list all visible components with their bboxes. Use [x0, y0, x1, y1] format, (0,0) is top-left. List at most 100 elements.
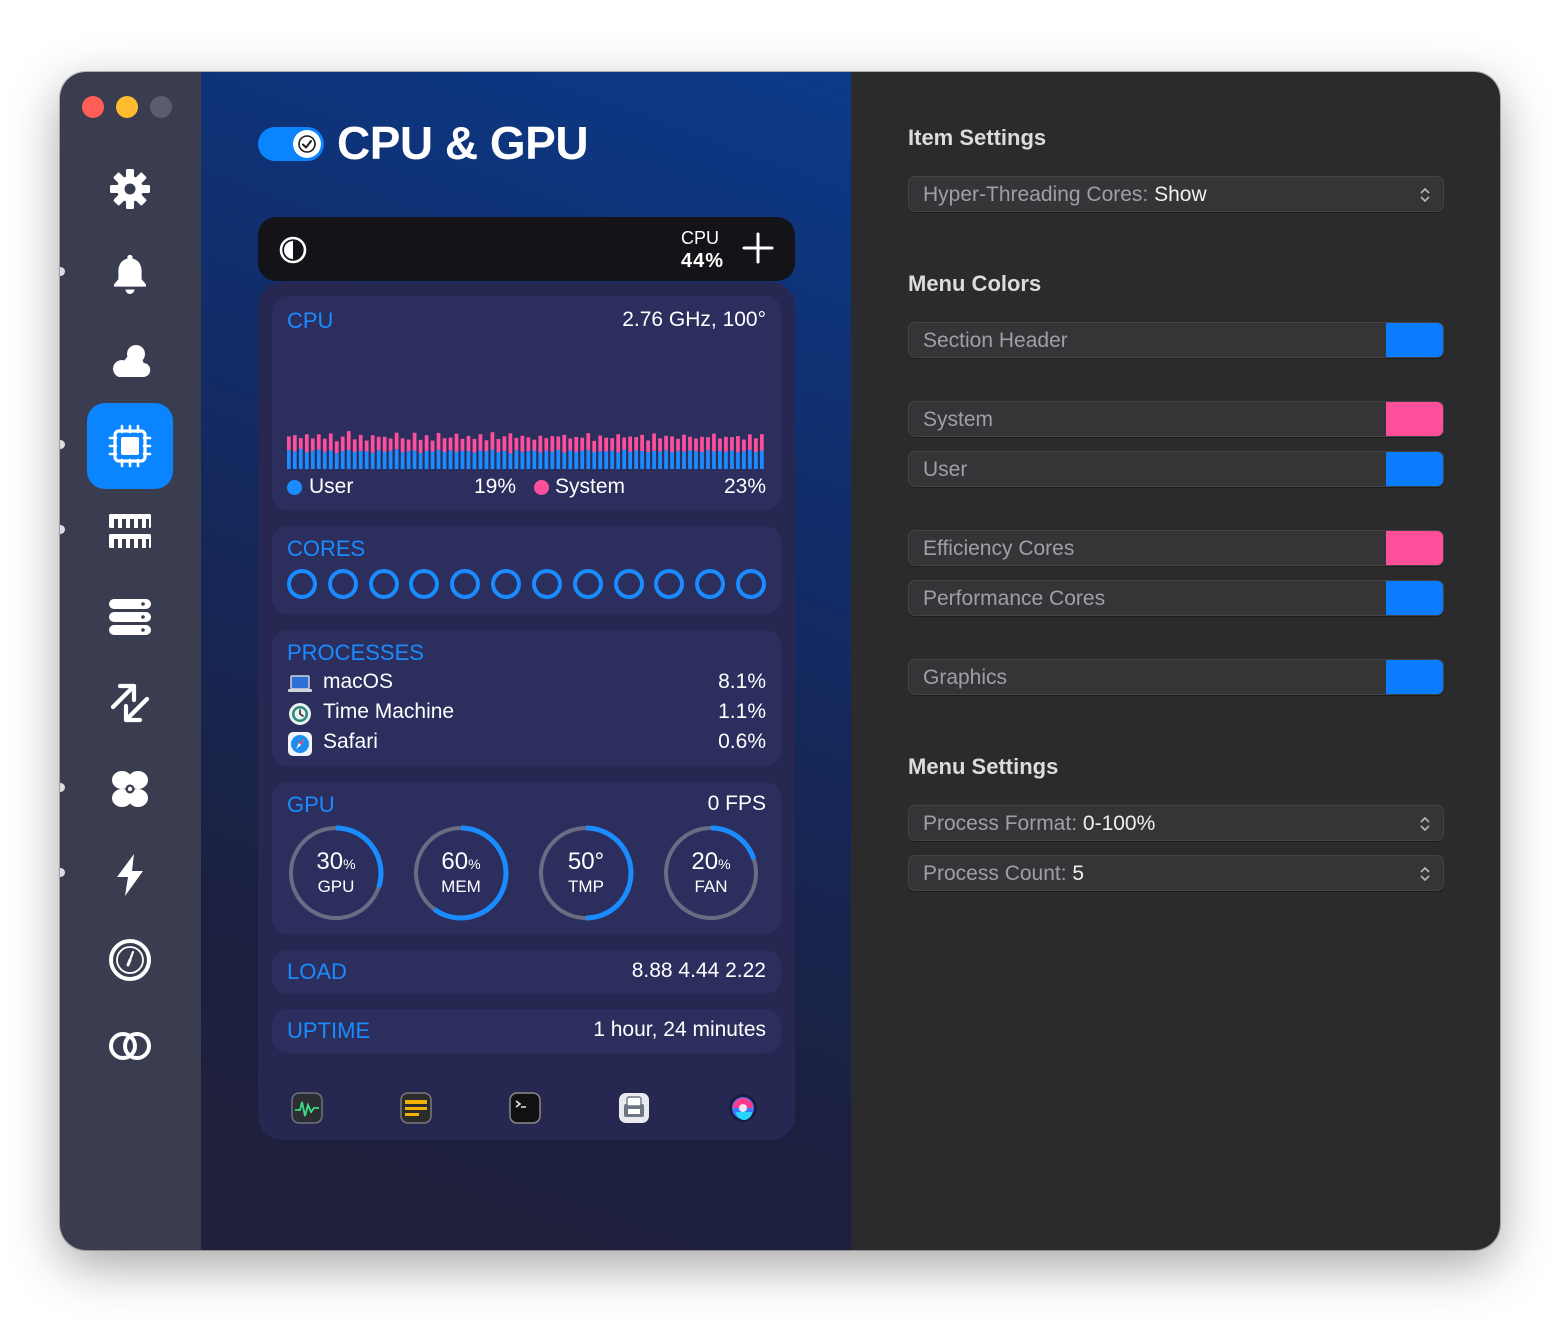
color-swatch[interactable] [1386, 581, 1443, 615]
system-information-icon[interactable] [618, 1092, 650, 1124]
color-swatch[interactable] [1386, 660, 1443, 694]
user-bar [352, 452, 357, 469]
add-icon[interactable] [741, 231, 775, 265]
module-enable-toggle[interactable] [258, 127, 324, 161]
user-bar [658, 451, 662, 469]
user-bar [478, 450, 483, 469]
fan-icon [112, 771, 148, 807]
system-bar [394, 432, 399, 450]
gauge-label: GPU [317, 877, 355, 896]
user-bar [634, 450, 638, 469]
system-bar [562, 434, 567, 453]
user-bar [364, 451, 369, 469]
chevron-updown-icon [1420, 816, 1430, 832]
user-percent: 19% [474, 475, 517, 498]
system-bar [700, 436, 704, 453]
efficiency-cores-color-well[interactable]: Efficiency Cores [908, 530, 1444, 566]
console-icon[interactable] [400, 1092, 432, 1124]
user-bar [502, 450, 507, 469]
color-swatch[interactable] [1386, 531, 1443, 565]
hyper-threading-select[interactable]: Hyper-Threading Cores: Show [908, 176, 1444, 212]
system-bar [502, 436, 507, 451]
color-swatch[interactable] [1386, 452, 1443, 486]
terminal-icon[interactable] [509, 1092, 541, 1124]
process-row[interactable]: Safari 0.6% [287, 730, 766, 758]
section-header-color-well[interactable]: Section Header [908, 322, 1444, 358]
sidebar-notch [60, 267, 65, 276]
user-bar [580, 450, 585, 469]
sidebar-item-weather[interactable] [87, 317, 173, 403]
process-count-select[interactable]: Process Count: 5 [908, 855, 1444, 891]
color-label: User [923, 458, 968, 481]
sidebar-item-cpu-gpu[interactable] [87, 403, 173, 489]
user-bar [562, 452, 567, 469]
system-color-well[interactable]: System [908, 401, 1444, 437]
process-name: Safari [323, 730, 378, 753]
system-bar [496, 438, 501, 453]
performance-cores-color-well[interactable]: Performance Cores [908, 580, 1444, 616]
color-swatch[interactable] [1386, 402, 1443, 436]
sidebar-item-network[interactable] [87, 660, 173, 746]
system-bar [310, 438, 315, 451]
sidebar-item-memory[interactable] [87, 488, 173, 574]
sidebar-item-sensors[interactable] [87, 746, 173, 832]
dropdown-panel: CPU 2.76 GHz, 100° User 19% System 23% C… [258, 282, 795, 1140]
user-bar [676, 450, 680, 469]
safari-icon [288, 732, 312, 756]
user-bar [724, 451, 728, 469]
graphics-color-well[interactable]: Graphics [908, 659, 1444, 695]
activity-monitor-icon[interactable] [291, 1092, 323, 1124]
user-bar [430, 451, 435, 469]
system-bar [418, 439, 423, 453]
system-bar [466, 435, 471, 452]
zoom-window-button[interactable] [150, 96, 172, 118]
user-bar [688, 450, 692, 469]
menu-colors-title: Menu Colors [908, 271, 1042, 296]
section-header: GPU [287, 792, 335, 817]
gear-icon [110, 169, 150, 209]
sidebar-item-time[interactable] [87, 917, 173, 1003]
core-ring [287, 569, 317, 599]
system-bar [334, 441, 339, 454]
sidebar-item-battery[interactable] [87, 832, 173, 918]
system-bar [298, 438, 303, 449]
user-bar [514, 450, 519, 469]
sidebar-item-disks[interactable] [87, 574, 173, 660]
user-color-well[interactable]: User [908, 451, 1444, 487]
gauge-number: 60 [441, 848, 469, 875]
system-bar [412, 432, 417, 451]
user-legend-dot [287, 480, 302, 495]
user-bar [418, 452, 423, 469]
system-bar [520, 435, 525, 452]
user-bar [316, 449, 321, 469]
color-swatch[interactable] [1386, 323, 1443, 357]
user-bar [298, 448, 303, 469]
user-bar [526, 451, 531, 469]
sidebar-item-notifications[interactable] [87, 231, 173, 317]
core-ring [327, 569, 358, 599]
process-row[interactable]: Time Machine 1.1% [287, 700, 766, 728]
sidebar-item-general[interactable] [87, 146, 173, 232]
core-ring [368, 569, 399, 599]
section-header: PROCESSES [287, 640, 424, 665]
minimize-window-button[interactable] [116, 96, 138, 118]
gpu-gauge: 60% MEM [412, 824, 510, 922]
core-ring [409, 569, 440, 599]
gpu-gauge: 20% FAN [662, 824, 760, 922]
siri-icon[interactable] [727, 1092, 759, 1124]
system-bar [748, 434, 752, 450]
process-row[interactable]: macOS 8.1% [287, 670, 766, 698]
user-bar [532, 450, 537, 469]
close-window-button[interactable] [82, 96, 104, 118]
system-bar [292, 435, 297, 452]
select-text: Process Format: 0-100% [923, 812, 1155, 836]
system-bar [676, 438, 680, 451]
sidebar-item-combined[interactable] [87, 1003, 173, 1089]
section-header: LOAD [287, 959, 347, 984]
user-bar [460, 450, 465, 469]
user-bar [652, 450, 656, 469]
half-circle-icon[interactable] [278, 235, 308, 265]
gpu-gauge: 30% GPU [287, 824, 385, 922]
core-ring [654, 569, 685, 599]
process-format-select[interactable]: Process Format: 0-100% [908, 805, 1444, 841]
